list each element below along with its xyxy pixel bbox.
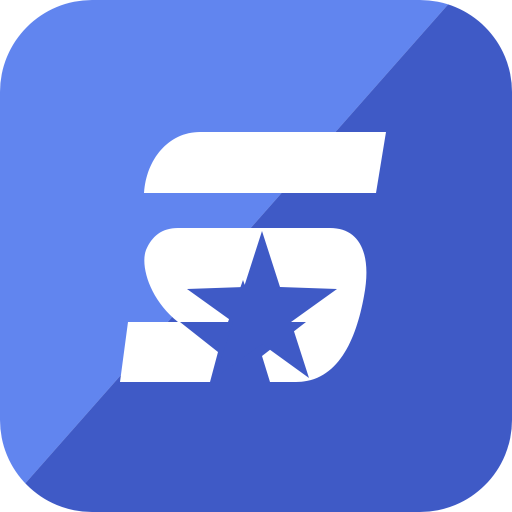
s-star-logo-icon [120,132,386,382]
app-icon-svg [0,0,512,512]
logo-top-bar [144,132,386,193]
app-icon[interactable] [0,0,512,512]
